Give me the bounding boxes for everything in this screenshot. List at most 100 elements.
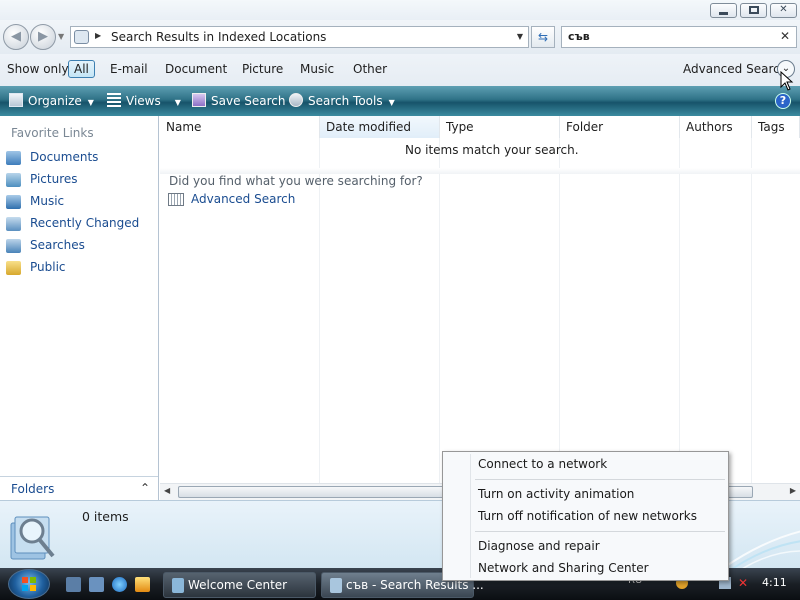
windows-logo-icon — [22, 577, 36, 591]
search-box[interactable]: съв ✕ — [561, 26, 797, 48]
breadcrumb-arrow-icon[interactable]: ▶ — [95, 31, 101, 40]
search-tools-icon — [289, 93, 303, 107]
views-icon — [107, 93, 121, 107]
help-icon[interactable]: ? — [775, 93, 791, 109]
internet-explorer-icon[interactable] — [112, 577, 127, 592]
minimize-button[interactable] — [710, 3, 737, 18]
filter-document[interactable]: Document — [165, 62, 227, 76]
search-magnifier-icon — [10, 516, 55, 560]
filter-music[interactable]: Music — [300, 62, 334, 76]
chevron-down-icon: ▼ — [388, 98, 395, 107]
favorite-links-heading: Favorite Links — [11, 126, 94, 140]
menu-separator — [475, 531, 725, 532]
filter-other[interactable]: Other — [353, 62, 387, 76]
chevron-down-icon: ▼ — [174, 98, 181, 107]
public-folder-icon — [6, 261, 21, 275]
close-icon: ✕ — [779, 4, 788, 15]
navigation-pane: Favorite Links Documents Pictures Music … — [0, 116, 159, 500]
column-divider — [319, 138, 320, 483]
views-label: Views — [126, 94, 161, 108]
search-folder-icon — [74, 30, 89, 44]
show-desktop-icon[interactable] — [66, 577, 81, 592]
decorative-swoosh — [722, 530, 800, 568]
scroll-right-icon[interactable]: ▶ — [790, 486, 796, 495]
title-bar: ✕ — [0, 0, 800, 20]
pictures-icon — [6, 173, 21, 187]
advanced-search-link-label: Advanced Search — [191, 192, 296, 206]
chevron-down-icon: ▼ — [87, 98, 94, 107]
advanced-search-label[interactable]: Advanced Search — [683, 62, 787, 76]
menu-item-label: Connect to a network — [478, 457, 608, 471]
sidebar-item-label: Music — [30, 194, 65, 208]
menu-item-label: Turn off notification of new networks — [478, 509, 697, 523]
back-button[interactable]: ◀ — [3, 24, 29, 50]
menu-separator — [475, 479, 725, 480]
item-count: 0 items — [82, 509, 129, 524]
empty-results-message: No items match your search. — [405, 143, 579, 157]
clear-search-icon[interactable]: ✕ — [780, 29, 790, 43]
column-header-date-modified[interactable]: Date modified — [320, 116, 440, 138]
refresh-button[interactable]: ⇆ — [531, 26, 555, 48]
column-divider — [559, 138, 560, 483]
column-header-authors[interactable]: Authors — [680, 116, 752, 138]
documents-icon — [6, 151, 21, 165]
menu-item-label: Diagnose and repair — [478, 539, 600, 553]
volume-muted-icon[interactable]: ✕ — [738, 576, 748, 590]
chevron-up-icon[interactable]: ⌃ — [140, 481, 150, 495]
filter-bar: Show only: All E-mail Document Picture M… — [0, 54, 800, 86]
maximize-button[interactable] — [740, 3, 767, 18]
save-search-button[interactable]: Save Search — [192, 93, 286, 108]
menu-item-notifications[interactable]: Turn off notification of new networks — [445, 506, 726, 528]
menu-item-network-sharing-center[interactable]: Network and Sharing Center — [445, 558, 726, 580]
refresh-icon: ⇆ — [537, 30, 549, 44]
menu-item-activity-animation[interactable]: Turn on activity animation — [445, 484, 726, 506]
search-tools-button[interactable]: Search Tools ▼ — [289, 93, 395, 108]
scroll-left-icon[interactable]: ◀ — [164, 486, 170, 495]
file-list: Name Date modified Type Folder Authors T… — [160, 116, 800, 500]
menu-item-label: Turn on activity animation — [478, 487, 635, 501]
sidebar-item-label: Recently Changed — [30, 216, 140, 230]
column-header-name[interactable]: Name — [160, 116, 320, 138]
navigation-bar: ◀ ▶ ▼ ▶ Search Results in Indexed Locati… — [0, 20, 800, 54]
folders-bar[interactable]: Folders ⌃ — [0, 476, 158, 500]
mouse-pointer-icon — [780, 71, 794, 91]
taskbar-item-welcome-center[interactable]: Welcome Center — [163, 572, 316, 598]
column-divider — [679, 138, 680, 483]
column-divider — [439, 138, 440, 483]
menu-item-diagnose-repair[interactable]: Diagnose and repair — [445, 536, 726, 558]
search-feedback-question: Did you find what you were searching for… — [169, 174, 423, 188]
filter-picture[interactable]: Picture — [242, 62, 283, 76]
taskbar-item-label: Welcome Center — [188, 578, 288, 592]
searches-icon — [6, 239, 21, 253]
column-header-type[interactable]: Type — [440, 116, 560, 138]
save-search-label: Save Search — [211, 94, 286, 108]
close-button[interactable]: ✕ — [770, 3, 797, 18]
views-button[interactable]: Views ▼ — [107, 93, 181, 108]
network-context-menu: Connect to a network Turn on activity an… — [442, 451, 729, 581]
column-header-tags[interactable]: Tags — [752, 116, 800, 138]
filter-email[interactable]: E-mail — [110, 62, 148, 76]
menu-item-connect-to-network[interactable]: Connect to a network — [445, 454, 726, 476]
address-bar[interactable]: ▶ Search Results in Indexed Locations ▼ — [70, 26, 529, 48]
search-input[interactable]: съв — [568, 30, 590, 43]
address-dropdown-icon[interactable]: ▼ — [517, 32, 523, 41]
forward-button[interactable]: ▶ — [30, 24, 56, 50]
organize-icon — [9, 93, 23, 107]
organize-button[interactable]: Organize ▼ — [9, 93, 94, 108]
recently-changed-icon — [6, 217, 21, 231]
command-bar: Organize ▼ Views ▼ Save Search Search Tool… — [0, 86, 800, 116]
show-only-label: Show only: — [7, 62, 72, 76]
clock[interactable]: 4:11 — [762, 576, 787, 589]
media-player-icon[interactable] — [135, 577, 150, 592]
filter-all[interactable]: All — [68, 60, 95, 78]
menu-item-label: Network and Sharing Center — [478, 561, 649, 575]
folders-label: Folders — [11, 482, 55, 496]
address-text: Search Results in Indexed Locations — [111, 30, 327, 44]
column-header-folder[interactable]: Folder — [560, 116, 680, 138]
recent-pages-dropdown-icon[interactable]: ▼ — [58, 32, 64, 41]
welcome-center-icon — [172, 578, 184, 593]
sidebar-item-label: Pictures — [30, 172, 78, 186]
search-results-icon — [330, 578, 342, 593]
switch-windows-icon[interactable] — [89, 577, 104, 592]
start-button[interactable] — [8, 569, 50, 599]
